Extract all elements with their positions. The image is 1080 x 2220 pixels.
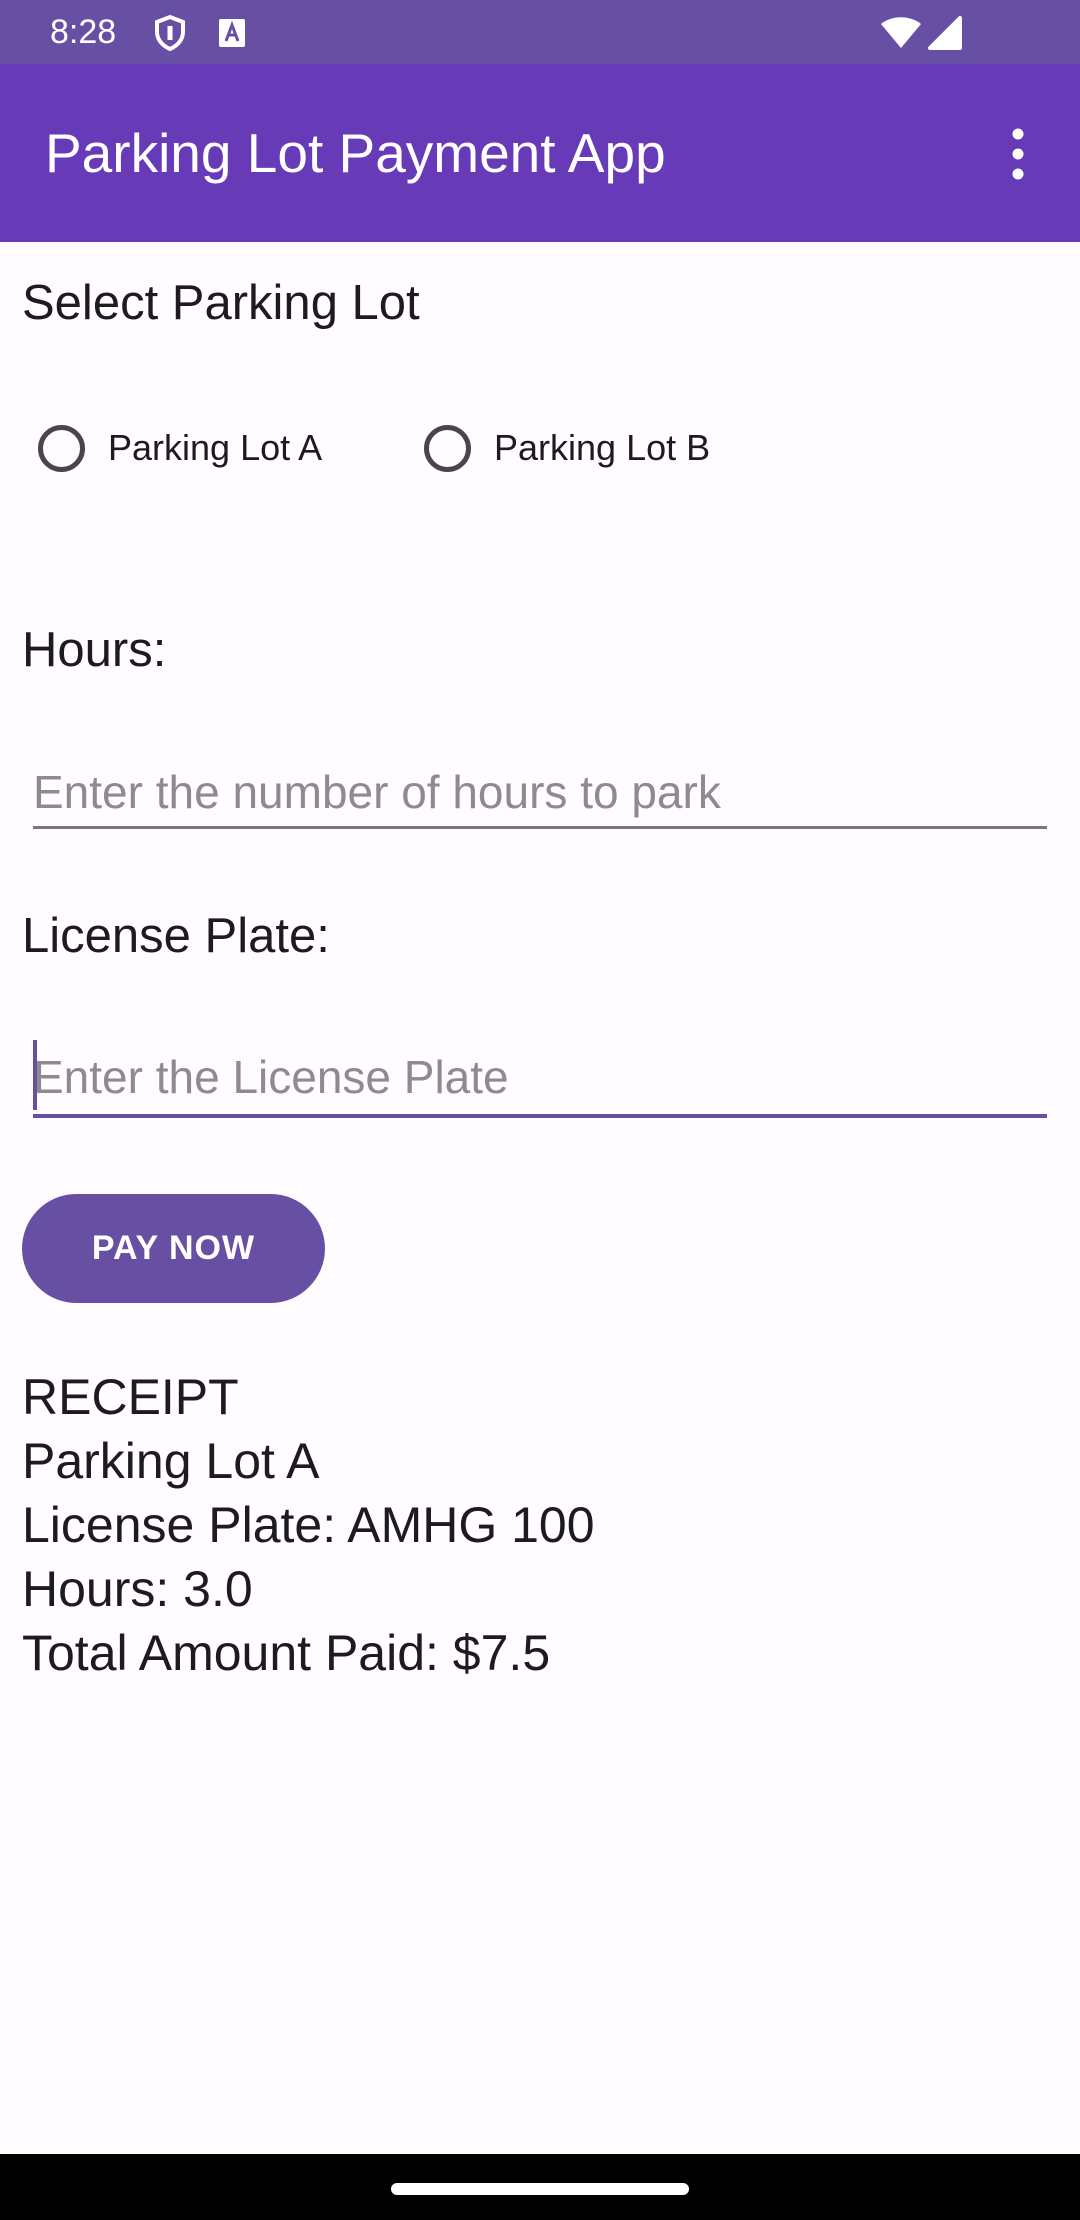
app-title: Parking Lot Payment App: [45, 122, 666, 184]
hours-input[interactable]: [33, 752, 1047, 832]
receipt-heading: RECEIPT: [22, 1369, 239, 1425]
font-a-icon: [218, 18, 246, 53]
status-bar: 8:28: [0, 0, 1080, 64]
license-plate-input-underline: [33, 1114, 1047, 1118]
receipt-total: Total Amount Paid: $7.5: [22, 1625, 551, 1681]
receipt-hours: Hours: 3.0: [22, 1561, 253, 1617]
more-vertical-icon: [1012, 128, 1024, 180]
shield-icon: [152, 14, 188, 57]
app-bar: Parking Lot Payment App: [0, 64, 1080, 242]
wifi-icon: [880, 16, 922, 55]
radio-label: Parking Lot A: [108, 427, 323, 468]
text-cursor: [33, 1040, 37, 1110]
radio-unchecked-icon: [38, 424, 85, 472]
overflow-menu-button[interactable]: [990, 124, 1046, 184]
signal-icon: [928, 16, 962, 55]
hours-label: Hours:: [22, 623, 167, 677]
pay-now-button[interactable]: PAY NOW: [22, 1194, 325, 1303]
license-plate-input[interactable]: [33, 1037, 1047, 1117]
radio-label: Parking Lot B: [494, 427, 711, 468]
home-gesture-handle[interactable]: [391, 2183, 689, 2195]
receipt-lot: Parking Lot A: [22, 1433, 320, 1489]
receipt-plate: License Plate: AMHG 100: [22, 1497, 595, 1553]
license-plate-label: License Plate:: [22, 909, 330, 963]
status-time: 8:28: [50, 13, 117, 51]
select-lot-title: Select Parking Lot: [22, 276, 420, 330]
radio-parking-lot-b[interactable]: Parking Lot B: [424, 412, 710, 484]
radio-parking-lot-a[interactable]: Parking Lot A: [38, 412, 322, 484]
hours-input-underline: [33, 826, 1047, 829]
radio-unchecked-icon: [424, 424, 471, 472]
receipt: RECEIPT Parking Lot A License Plate: AMH…: [22, 1365, 595, 1685]
